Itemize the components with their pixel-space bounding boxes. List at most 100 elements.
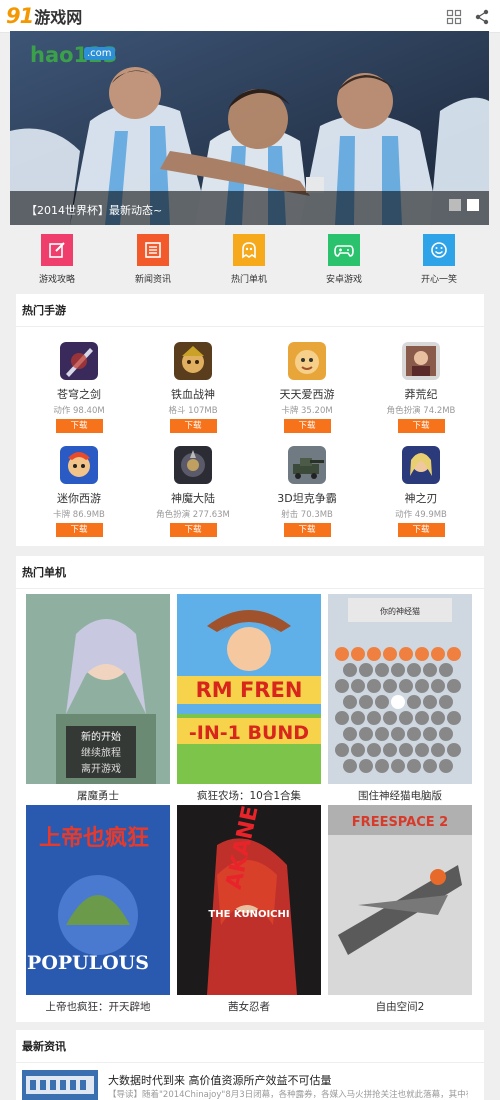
- news-item[interactable]: 大数据时代到来 高价值资源所产效益不可估量 【导读】随着"2014Chinajo…: [22, 1070, 478, 1100]
- game-icon: [174, 342, 212, 380]
- nav-label: 热门单机: [230, 275, 267, 285]
- game-card[interactable]: 铁血战神 格斗 107MB 下载: [138, 342, 248, 433]
- game-icon: [402, 446, 440, 484]
- game-meta: 角色扮演 74.2MB: [386, 406, 456, 416]
- game-cover: 上帝也疯狂 POPULOUS: [26, 805, 170, 995]
- hot-pc-games-section: 热门单机 新的开始 继续旅程 离开游戏 屠魔勇士 RM FREN -IN-1 B…: [16, 556, 484, 1022]
- game-cover: AKANE THE KUNOICHI: [177, 805, 321, 995]
- hot-mobile-games-section: 热门手游 苍穹之剑 动作 98.40M 下载 铁血战神 格斗 107MB 下载 …: [16, 294, 484, 546]
- cover-menu-text: 继续旅程: [81, 746, 121, 759]
- nav-item-android[interactable]: 安卓游戏: [309, 234, 379, 285]
- download-button[interactable]: 下载: [169, 419, 217, 433]
- logo-text: 游戏网: [34, 8, 83, 27]
- download-button[interactable]: 下载: [283, 419, 331, 433]
- download-button[interactable]: 下载: [397, 523, 445, 537]
- carousel-dot-active[interactable]: [467, 199, 479, 211]
- pc-game-title: 疯狂农场：10合1合集: [196, 790, 302, 802]
- nav-item-news[interactable]: 新闻资讯: [118, 234, 188, 285]
- download-button[interactable]: 下载: [169, 523, 217, 537]
- game-meta: 角色扮演 277.63M: [156, 510, 230, 520]
- download-button[interactable]: 下载: [55, 523, 103, 537]
- gamepad-icon: [328, 234, 360, 266]
- grid-icon[interactable]: [446, 9, 462, 25]
- pc-game-card[interactable]: 新的开始 继续旅程 离开游戏 屠魔勇士: [26, 594, 170, 803]
- pc-game-title: 围住神经猫电脑版: [358, 790, 442, 802]
- top-bar: 91 游戏网: [0, 0, 500, 33]
- game-card[interactable]: 莽荒纪 角色扮演 74.2MB 下载: [366, 342, 476, 433]
- cover-menu-text: 离开游戏: [81, 762, 121, 775]
- download-button[interactable]: 下载: [397, 419, 445, 433]
- carousel-dot[interactable]: [449, 199, 461, 211]
- game-card[interactable]: 神之刃 动作 49.9MB 下载: [366, 446, 476, 537]
- game-name: 3D坦克争霸: [277, 492, 337, 505]
- cover-title-text: -IN-1 BUND: [189, 722, 309, 744]
- section-title: 最新资讯: [16, 1030, 484, 1063]
- pc-game-title: 自由空间2: [375, 1001, 425, 1013]
- section-title: 热门单机: [16, 556, 484, 589]
- ghost-icon: [233, 234, 265, 266]
- pc-game-card[interactable]: FREESPACE 2 自由空间2: [328, 805, 472, 1014]
- smile-icon: [423, 234, 455, 266]
- section-title: 热门手游: [16, 294, 484, 327]
- game-card[interactable]: 迷你西游 卡牌 86.9MB 下载: [24, 446, 134, 537]
- game-icon: [288, 446, 326, 484]
- game-cover: RM FREN -IN-1 BUND: [177, 594, 321, 784]
- banner-caption[interactable]: 【2014世界杯】最新动态~: [26, 202, 162, 218]
- game-name: 苍穹之剑: [57, 388, 101, 401]
- game-meta: 动作 49.9MB: [395, 510, 447, 520]
- nav-label: 新闻资讯: [134, 275, 171, 285]
- pc-game-card[interactable]: 上帝也疯狂 POPULOUS 上帝也疯狂：开天辟地: [26, 805, 170, 1014]
- game-meta: 动作 98.40M: [53, 406, 105, 416]
- banner-carousel[interactable]: hao123 .com 【2014世界杯】最新动态~: [10, 31, 489, 225]
- news-thumbnail: [22, 1070, 98, 1100]
- news-icon: [137, 234, 169, 266]
- pc-game-title: 茜女忍者: [228, 1001, 270, 1013]
- game-icon: [60, 342, 98, 380]
- cover-title-text: FREESPACE 2: [352, 815, 448, 830]
- game-card[interactable]: 天天爱西游 卡牌 35.20M 下载: [252, 342, 362, 433]
- cover-menu-text: 新的开始: [81, 730, 121, 743]
- news-summary: 【导读】随着"2014Chinajoy"8月3日闭幕，各种露券，各媒入马火拼抢关…: [108, 1090, 468, 1100]
- game-icon: [174, 446, 212, 484]
- hao123-badge: .com: [84, 47, 115, 60]
- game-icon: [288, 342, 326, 380]
- game-name: 莽荒纪: [404, 388, 438, 401]
- cover-title-text: POPULOUS: [27, 952, 149, 974]
- game-name: 铁血战神: [171, 388, 215, 401]
- category-nav: 游戏攻略 新闻资讯 热门单机 安卓游戏 开心一笑: [0, 230, 500, 286]
- pc-game-title: 上帝也疯狂：开天辟地: [45, 1001, 151, 1013]
- nav-label: 游戏攻略: [38, 275, 75, 285]
- news-title[interactable]: 大数据时代到来 高价值资源所产效益不可估量: [108, 1072, 332, 1088]
- game-meta: 格斗 107MB: [168, 406, 218, 416]
- pc-game-card[interactable]: AKANE THE KUNOICHI 茜女忍者: [177, 805, 321, 1014]
- game-name: 神魔大陆: [171, 492, 215, 505]
- game-cover: 你的神经猫: [328, 594, 472, 784]
- share-icon[interactable]: [474, 9, 490, 25]
- pc-game-card[interactable]: 你的神经猫 围住神经猫电脑版: [328, 594, 472, 803]
- game-cover: 新的开始 继续旅程 离开游戏: [26, 594, 170, 784]
- logo-number: 91: [6, 4, 34, 28]
- game-card[interactable]: 苍穹之剑 动作 98.40M 下载: [24, 342, 134, 433]
- nav-item-guides[interactable]: 游戏攻略: [22, 234, 92, 285]
- carousel-dots: [449, 199, 479, 211]
- site-logo[interactable]: 91 游戏网: [6, 4, 82, 28]
- cover-title-text: 上帝也疯狂: [39, 825, 149, 851]
- nav-label: 开心一笑: [420, 275, 457, 285]
- game-name: 天天爱西游: [279, 388, 335, 401]
- game-cover: FREESPACE 2: [328, 805, 472, 995]
- edit-icon: [41, 234, 73, 266]
- cover-banner-text: 你的神经猫: [380, 606, 420, 616]
- download-button[interactable]: 下载: [55, 419, 103, 433]
- pc-game-title: 屠魔勇士: [77, 790, 119, 802]
- nav-item-pc-games[interactable]: 热门单机: [214, 234, 284, 285]
- nav-label: 安卓游戏: [325, 275, 362, 285]
- game-card[interactable]: 3D坦克争霸 射击 70.3MB 下载: [252, 446, 362, 537]
- cover-subtitle-text: THE KUNOICHI: [208, 909, 289, 920]
- pc-game-card[interactable]: RM FREN -IN-1 BUND 疯狂农场：10合1合集: [177, 594, 321, 803]
- game-name: 迷你西游: [57, 492, 101, 505]
- game-name: 神之刃: [404, 492, 438, 505]
- game-meta: 卡牌 35.20M: [281, 406, 333, 416]
- game-card[interactable]: 神魔大陆 角色扮演 277.63M 下载: [138, 446, 248, 537]
- nav-item-jokes[interactable]: 开心一笑: [404, 234, 474, 285]
- download-button[interactable]: 下载: [283, 523, 331, 537]
